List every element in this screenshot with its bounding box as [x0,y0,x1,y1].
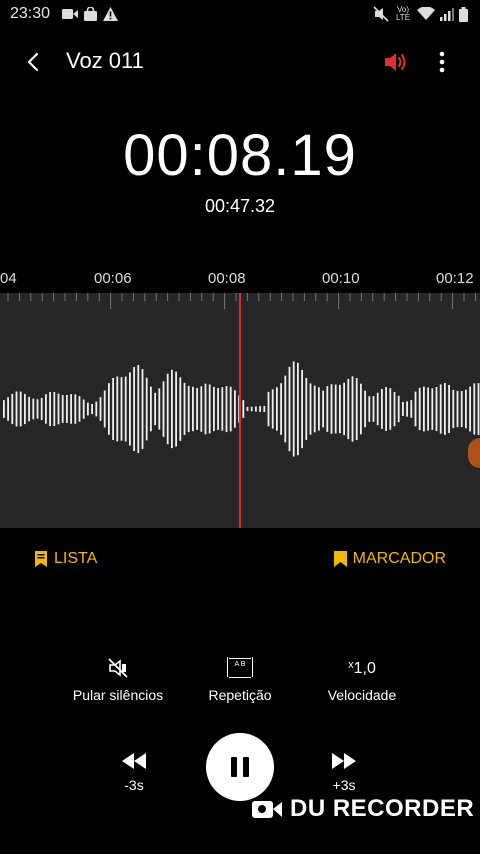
video-camera-icon [62,9,78,19]
bookmark-marker[interactable] [468,438,480,468]
speed-label: Velocidade [327,687,397,703]
app-header: Voz 011 [0,38,480,86]
playhead[interactable] [239,293,241,528]
warning-icon [103,7,118,21]
pause-icon [228,757,252,777]
speed-value-display: x1,0 [348,659,376,678]
more-vertical-icon [439,51,445,73]
list-label: LISTA [54,550,98,567]
rewind-label: -3s [124,777,144,793]
forward-button[interactable]: +3s [314,752,374,793]
repeat-label: Repetição [208,687,272,703]
bookmark-icon [333,551,347,567]
mute-icon [373,6,389,22]
fast-forward-icon [332,753,356,769]
timeline-label: 00:08 [208,270,246,287]
pause-button[interactable] [206,733,274,801]
repeat-button[interactable]: A B Repetição [170,655,310,703]
rewind-icon [122,753,146,769]
repeat-ab-text: A B [234,661,246,668]
timeline-label: 00:06 [94,270,132,287]
speed-value: 1,0 [353,659,376,677]
camera-icon [252,801,282,818]
watermark-text: DU RECORDER [290,795,475,822]
shopping-bag-icon [84,7,97,21]
rewind-button[interactable]: -3s [104,752,164,793]
elapsed-time: 00:08.19 [123,123,357,188]
timeline-label: 00:12 [436,270,474,287]
skip-silence-icon [108,658,128,678]
speed-button[interactable]: x1,0 Velocidade [292,655,432,704]
timeline-label: 00:10 [322,270,360,287]
forward-label: +3s [332,777,356,793]
timeline-label: 04 [0,270,17,287]
list-icon [35,551,47,567]
status-bar: 23:30 Vo) LTE [0,0,480,30]
recording-title: Voz 011 [66,48,144,73]
skip-silence-button[interactable]: Pular silêncios [48,655,188,703]
timeline-labels: 04 00:06 00:08 00:10 00:12 [0,270,480,292]
bookmark-button[interactable]: MARCADOR [333,550,446,568]
repeat-ab-icon: A B [227,657,253,678]
skip-silence-label: Pular silêncios [72,687,164,703]
status-left-icons [62,7,118,21]
back-button[interactable] [20,48,48,76]
speaker-button[interactable] [382,48,410,76]
status-time: 23:30 [10,5,51,22]
speaker-icon [385,53,406,71]
chevron-left-icon [27,52,39,72]
list-button[interactable]: LISTA [34,550,97,568]
wifi-icon [417,7,435,20]
status-right-icons: Vo) LTE [373,6,468,22]
battery-icon [459,6,468,22]
signal-icon [440,8,454,21]
volte-label: Vo) LTE [395,5,411,22]
more-options-button[interactable] [430,48,454,76]
du-recorder-watermark: DU RECORDER [252,795,474,823]
bookmark-label: MARCADOR [352,550,446,567]
total-duration: 00:47.32 [204,196,276,216]
